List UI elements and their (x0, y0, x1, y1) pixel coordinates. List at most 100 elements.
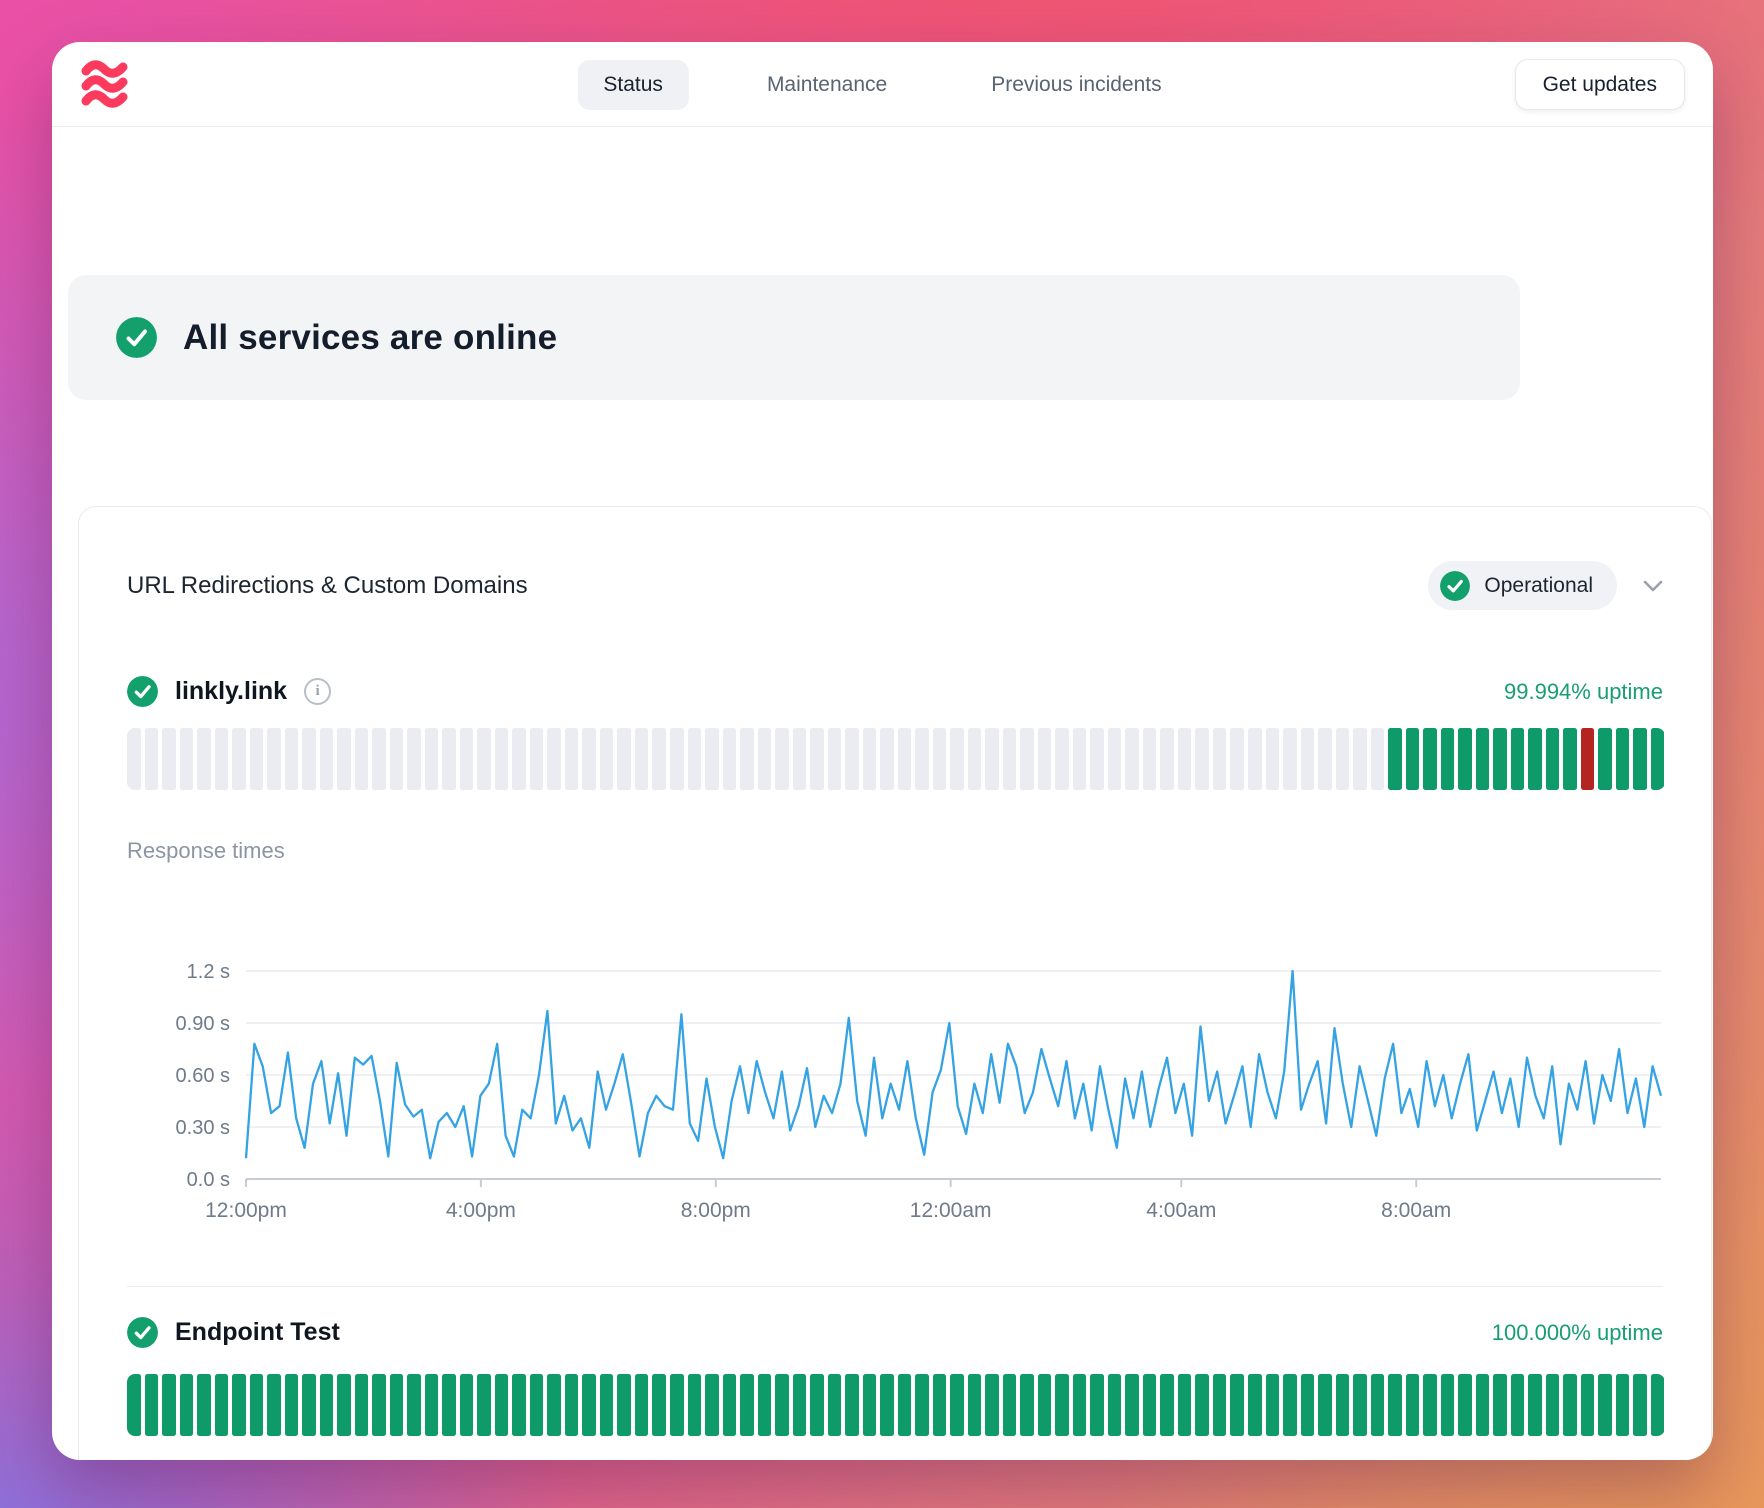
uptime-day-bar[interactable] (740, 1374, 754, 1436)
uptime-day-bar[interactable] (565, 1374, 579, 1436)
uptime-day-bar[interactable] (425, 728, 439, 790)
uptime-day-bar[interactable] (1493, 1374, 1507, 1436)
uptime-day-bar[interactable] (320, 1374, 334, 1436)
uptime-day-bar[interactable] (1160, 728, 1174, 790)
uptime-day-bar[interactable] (635, 728, 649, 790)
uptime-day-bar[interactable] (1020, 728, 1034, 790)
uptime-day-bar[interactable] (1458, 1374, 1472, 1436)
uptime-day-bar[interactable] (127, 1374, 141, 1436)
uptime-day-bar[interactable] (1458, 728, 1472, 790)
operational-badge[interactable]: Operational (1428, 561, 1617, 610)
uptime-day-bar[interactable] (1616, 1374, 1630, 1436)
uptime-day-bar[interactable] (1511, 1374, 1525, 1436)
uptime-day-bar[interactable] (1213, 728, 1227, 790)
uptime-day-bar[interactable] (1528, 728, 1542, 790)
uptime-day-bar[interactable] (915, 728, 929, 790)
uptime-day-bar[interactable] (582, 728, 596, 790)
uptime-day-bar[interactable] (197, 1374, 211, 1436)
uptime-day-bar[interactable] (285, 1374, 299, 1436)
uptime-day-bar[interactable] (267, 1374, 281, 1436)
uptime-day-bar[interactable] (880, 728, 894, 790)
uptime-day-bar[interactable] (1038, 728, 1052, 790)
uptime-day-bar[interactable] (1318, 1374, 1332, 1436)
uptime-day-bar[interactable] (670, 728, 684, 790)
uptime-day-bar[interactable] (407, 728, 421, 790)
uptime-day-bar[interactable] (1230, 1374, 1244, 1436)
uptime-day-bar[interactable] (1598, 1374, 1612, 1436)
uptime-day-bar[interactable] (1090, 728, 1104, 790)
uptime-day-bar[interactable] (775, 728, 789, 790)
tab-status[interactable]: Status (577, 60, 689, 110)
uptime-day-bar[interactable] (180, 1374, 194, 1436)
uptime-day-bar[interactable] (1108, 728, 1122, 790)
uptime-day-bar[interactable] (1546, 728, 1560, 790)
uptime-day-bar[interactable] (1318, 728, 1332, 790)
uptime-day-bar[interactable] (1353, 728, 1367, 790)
uptime-day-bar[interactable] (162, 728, 176, 790)
uptime-day-bar[interactable] (758, 1374, 772, 1436)
uptime-day-bar[interactable] (1143, 728, 1157, 790)
uptime-day-bar[interactable] (740, 728, 754, 790)
uptime-day-bar[interactable] (898, 728, 912, 790)
uptime-day-bar[interactable] (1283, 1374, 1297, 1436)
uptime-day-bar[interactable] (1476, 1374, 1490, 1436)
uptime-day-bar[interactable] (600, 728, 614, 790)
uptime-day-bar[interactable] (968, 1374, 982, 1436)
uptime-day-bar[interactable] (302, 1374, 316, 1436)
uptime-day-bar[interactable] (828, 1374, 842, 1436)
uptime-day-bar[interactable] (267, 728, 281, 790)
uptime-day-bar[interactable] (355, 1374, 369, 1436)
uptime-day-bar[interactable] (775, 1374, 789, 1436)
uptime-day-bar[interactable] (1406, 728, 1420, 790)
uptime-day-bar[interactable] (1195, 1374, 1209, 1436)
uptime-day-bar[interactable] (1055, 1374, 1069, 1436)
uptime-day-bar[interactable] (547, 728, 561, 790)
uptime-day-bar[interactable] (285, 728, 299, 790)
uptime-day-bar[interactable] (1090, 1374, 1104, 1436)
uptime-day-bar[interactable] (793, 1374, 807, 1436)
uptime-day-bar[interactable] (845, 1374, 859, 1436)
uptime-day-bar[interactable] (197, 728, 211, 790)
uptime-day-bar[interactable] (1055, 728, 1069, 790)
uptime-day-bar[interactable] (845, 728, 859, 790)
uptime-day-bar[interactable] (1073, 1374, 1087, 1436)
uptime-day-bar[interactable] (337, 1374, 351, 1436)
uptime-day-bar[interactable] (1125, 1374, 1139, 1436)
uptime-day-bar[interactable] (1248, 728, 1262, 790)
uptime-day-bar[interactable] (617, 728, 631, 790)
uptime-day-bar[interactable] (880, 1374, 894, 1436)
uptime-day-bar[interactable] (407, 1374, 421, 1436)
uptime-day-bar[interactable] (1598, 728, 1612, 790)
uptime-day-bar[interactable] (705, 1374, 719, 1436)
uptime-day-bar[interactable] (1301, 728, 1315, 790)
get-updates-button[interactable]: Get updates (1515, 59, 1685, 110)
uptime-day-bar[interactable] (180, 728, 194, 790)
uptime-day-bar[interactable] (1230, 728, 1244, 790)
uptime-day-bar[interactable] (652, 1374, 666, 1436)
uptime-day-bar[interactable] (320, 728, 334, 790)
uptime-day-bar[interactable] (810, 1374, 824, 1436)
uptime-day-bar[interactable] (442, 1374, 456, 1436)
uptime-day-bar[interactable] (915, 1374, 929, 1436)
uptime-day-bar[interactable] (1651, 1374, 1665, 1436)
uptime-day-bar[interactable] (1125, 728, 1139, 790)
uptime-day-bar[interactable] (477, 1374, 491, 1436)
uptime-day-bar[interactable] (302, 728, 316, 790)
uptime-day-bar[interactable] (1388, 728, 1402, 790)
uptime-day-bar[interactable] (1581, 1374, 1595, 1436)
uptime-day-bar[interactable] (635, 1374, 649, 1436)
uptime-bars-endpoint-test[interactable] (127, 1374, 1665, 1436)
uptime-day-bar[interactable] (1441, 1374, 1455, 1436)
uptime-day-bar[interactable] (600, 1374, 614, 1436)
uptime-day-bar[interactable] (1423, 1374, 1437, 1436)
tab-maintenance[interactable]: Maintenance (741, 60, 913, 110)
uptime-day-bar[interactable] (530, 1374, 544, 1436)
uptime-day-bar[interactable] (1388, 1374, 1402, 1436)
uptime-day-bar[interactable] (1633, 1374, 1647, 1436)
uptime-day-bar[interactable] (145, 1374, 159, 1436)
uptime-day-bar[interactable] (1563, 728, 1577, 790)
uptime-day-bar[interactable] (1336, 1374, 1350, 1436)
uptime-day-bar[interactable] (933, 728, 947, 790)
uptime-day-bar[interactable] (950, 1374, 964, 1436)
uptime-day-bar[interactable] (1633, 728, 1647, 790)
